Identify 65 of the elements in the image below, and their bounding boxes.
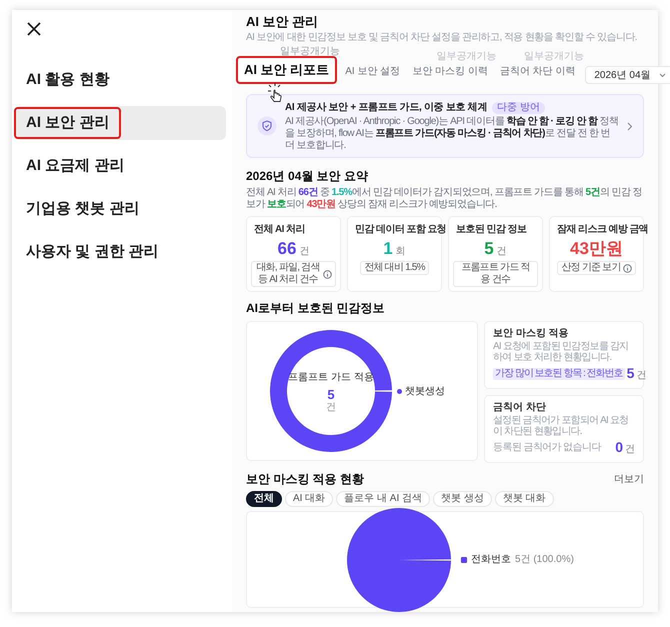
month-select[interactable]: 2026년 04월	[585, 66, 670, 84]
metric-description: 설정된 금칙어가 포함되어 AI 요청이 차단된 현황입니다.	[493, 415, 630, 437]
summary-text: 전체 AI 처리 66건 중 1.5%에서 민감 데이터가 감지되었으며, 프롬프트 가드를 통해 5건의 민감 정보가 보호되어 43만원 상당의 잠재 리스크가 예방되었습니다.	[246, 187, 643, 211]
stat-title: 전체 AI 처리	[253, 223, 305, 237]
stat-caption: 프롬프트 가드 적용 건수	[453, 261, 538, 287]
tab[interactable]: 보안 마스킹 이력	[410, 64, 490, 79]
stat-value: 1	[383, 239, 393, 259]
feature-label: 일부공개기능	[280, 47, 340, 57]
sidebar-item[interactable]: AI 요금제 관리	[16, 149, 226, 183]
sidebar-item[interactable]: AI 활용 현황	[16, 63, 226, 97]
page-title: AI 보안 관리	[246, 14, 320, 30]
metric-unit: 건	[636, 369, 646, 383]
filter-chip[interactable]: 챗봇 생성	[433, 491, 492, 507]
sidebar-item[interactable]: 기업용 챗봇 관리	[16, 192, 226, 226]
filter-chip[interactable]: 챗봇 대화	[494, 491, 554, 507]
more-link[interactable]: 더보기	[614, 472, 644, 486]
feature-label: 일부공개기능	[436, 52, 496, 62]
filter-chip[interactable]: AI 대화	[285, 491, 334, 507]
metric-unit: 건	[625, 443, 635, 457]
metric-title: 보안 마스킹 적용	[493, 327, 570, 341]
summary-heading: 2026년 04월 보안 요약	[246, 168, 370, 185]
chevron-right-icon	[627, 122, 633, 130]
stat-title: 잠재 리스크 예방 금액	[556, 223, 648, 237]
metric-note: 등록된 금칙어가 없습니다	[493, 441, 601, 455]
filter-chip[interactable]: 플로우 내 AI 검색	[336, 491, 430, 507]
tab[interactable]: AI 보안 리포트	[238, 58, 336, 82]
info-icon	[323, 270, 332, 278]
banner-text: AI 제공사(OpenAI · Anthropic · Google)는 API 데이터를 학습 안 함 · 로깅 안 함 정책을 보장하며, flow AI는 프롬프트 가드(자동 마스킹 · 금칙어 차단)로 전달 전 한 번 더 보호합니다.	[285, 116, 619, 152]
filter-chip[interactable]: 전체	[246, 491, 282, 507]
section-heading: 보안 마스킹 적용 현황	[246, 471, 364, 488]
donut-center-value: 5	[327, 386, 335, 402]
stat-value: 66	[278, 239, 296, 259]
legend-label: 전화번호	[471, 553, 511, 567]
page-subtitle: AI 보안에 대한 민감정보 보호 및 금칙어 차단 설정을 관리하고, 적용 현황을 확인할 수 있습니다.	[246, 32, 638, 44]
stat-unit: 건	[299, 245, 310, 259]
tab[interactable]: 금칙어 차단 이력	[498, 64, 578, 79]
tab[interactable]: AI 보안 설정	[343, 64, 402, 79]
metric-title: 금칙어 차단	[493, 401, 547, 415]
stat-unit: 건	[496, 245, 507, 259]
stat-caption: 전체 대비 1.5%	[360, 261, 429, 275]
stat-value: 5	[484, 239, 494, 259]
donut-center-unit: 건	[326, 402, 336, 412]
section-heading: AI로부터 보호된 민감정보	[246, 300, 386, 317]
metric-value: 0	[615, 438, 623, 457]
metric-tag: 가장 많이 보호된 항목 : 전화번호	[493, 368, 625, 380]
legend-value: 5건 (100.0%)	[515, 553, 574, 567]
stat-caption: 대화, 파일, 검색 등 AI 처리 건수	[251, 261, 336, 287]
stat-caption: 산정 기준 보기	[557, 261, 636, 275]
legend-label: 챗봇생성	[405, 384, 445, 398]
shield-icon	[257, 116, 277, 136]
stat-unit: 회	[396, 245, 406, 259]
stat-value: 43만원	[570, 239, 623, 259]
sidebar-item[interactable]: 사용자 및 권한 관리	[16, 235, 226, 269]
banner-title: AI 제공사 보안 + 프롬프트 가드, 이중 보호 체계	[285, 101, 488, 115]
info-icon	[622, 264, 632, 272]
feature-label: 일부공개기능	[524, 52, 584, 62]
metric-value: 5	[626, 364, 634, 383]
stat-title: 민감 데이터 포함 요청	[354, 223, 446, 237]
metric-description: AI 요청에 포함된 민감정보를 감지하여 보호 처리한 현황입니다.	[493, 341, 630, 363]
banner-tag: 다중 방어	[492, 102, 545, 114]
sidebar-item[interactable]: AI 보안 관리	[16, 106, 226, 140]
donut-center-label: 프롬프트 가드 적용	[288, 370, 374, 384]
chevron-down-icon	[658, 72, 666, 78]
legend-square	[461, 556, 467, 562]
stat-title: 보호된 민감 정보	[455, 223, 526, 237]
